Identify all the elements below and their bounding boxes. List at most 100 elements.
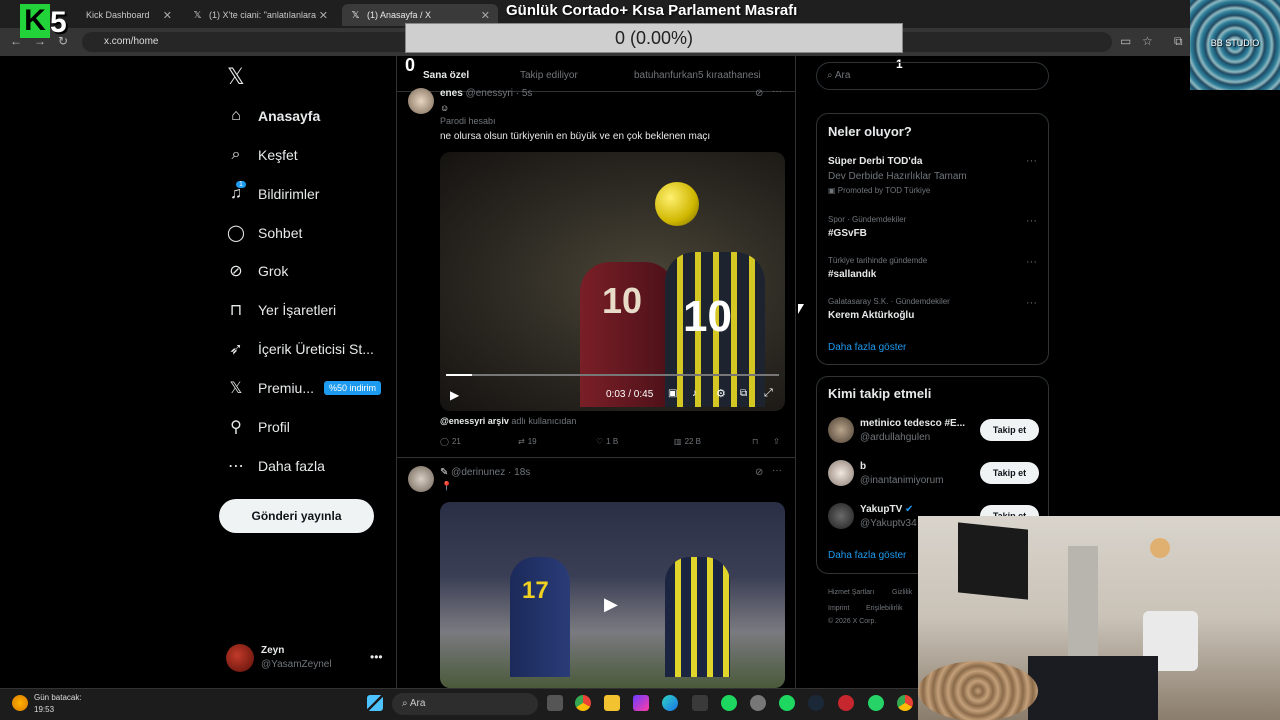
more-icon[interactable]: ··· xyxy=(1026,215,1037,227)
more-circle-icon: ⋯ xyxy=(228,458,244,475)
close-icon[interactable]: ✕ xyxy=(163,9,172,22)
avatar[interactable] xyxy=(828,503,854,529)
trend-subtitle: Dev Derbide Hazırlıklar Tamam xyxy=(828,171,967,182)
extensions-icon[interactable]: ⧉ xyxy=(1174,34,1183,49)
spotify-icon[interactable] xyxy=(721,695,737,711)
tweet-video[interactable]: 17 ▶ xyxy=(440,502,785,688)
like-button[interactable]: ♡ 1 B xyxy=(596,437,618,446)
post-button[interactable]: Gönderi yayınla xyxy=(219,499,374,533)
more-icon[interactable]: ··· xyxy=(1026,155,1037,167)
sidebar-item-notifications[interactable]: ♫ 1 Bildirimler xyxy=(226,181,319,204)
follow-handle[interactable]: @ardullahgulen xyxy=(860,432,930,443)
grok-icon[interactable]: ⊘ xyxy=(755,88,763,99)
app-icon[interactable] xyxy=(838,695,854,711)
tab-label: Kick Dashboard xyxy=(86,10,150,20)
sidebar-item-more[interactable]: ⋯ Daha fazla xyxy=(226,456,325,476)
trend-title[interactable]: Kerem Aktürkoğlu xyxy=(828,310,914,321)
settings-icon[interactable]: ⚙ xyxy=(716,387,726,400)
close-icon[interactable]: ✕ xyxy=(319,9,328,22)
footer-link[interactable]: Gizlilik xyxy=(892,589,912,596)
sidebar-item-grok[interactable]: ⊘ Grok xyxy=(226,261,288,281)
follow-handle[interactable]: @inantanimiyorum xyxy=(860,475,944,486)
follow-handle[interactable]: @Yakuptv34 xyxy=(860,518,917,529)
chrome-icon[interactable] xyxy=(575,695,591,711)
tv-screen xyxy=(958,522,1028,600)
avatar[interactable] xyxy=(408,466,434,492)
trend-title[interactable]: #sallandık xyxy=(828,269,876,280)
avatar[interactable] xyxy=(408,88,434,114)
store-icon[interactable] xyxy=(692,695,708,711)
sidebar-item-creator-studio[interactable]: ➶ İçerik Üreticisi St... xyxy=(226,339,374,359)
sidebar-item-premium[interactable]: 𝕏 Premiu... %50 indirim xyxy=(226,378,382,398)
grok-icon[interactable]: ⊘ xyxy=(755,467,763,478)
tweet-video[interactable]: 10 10 ▶ 0:03 / 0:45 ▣ ♪ ⚙ ⧉ ⤢ xyxy=(440,152,785,411)
show-more-follow-link[interactable]: Daha fazla göster xyxy=(828,550,906,561)
follow-name[interactable]: b xyxy=(860,461,866,472)
more-icon[interactable]: ··· xyxy=(1026,297,1037,309)
show-more-trends-link[interactable]: Daha fazla göster xyxy=(828,342,906,353)
more-icon[interactable]: ··· xyxy=(1026,256,1037,268)
sidebar-item-explore[interactable]: ⌕ Keşfet xyxy=(226,145,298,165)
chat-icon: ◯ xyxy=(227,225,245,242)
play-icon[interactable]: ▶ xyxy=(450,388,459,402)
windows-start-icon[interactable] xyxy=(367,695,383,711)
promoted-label: ▣ Promoted by TOD Türkiye xyxy=(828,186,930,195)
trend-title[interactable]: Süper Derbi TOD'da xyxy=(828,156,922,167)
tweet-text: ne olursa olsun türkiyenin en büyük ve e… xyxy=(440,131,711,142)
chrome-icon[interactable] xyxy=(897,695,913,711)
credit-handle[interactable]: @enessyri arşiv xyxy=(440,416,509,426)
reply-button[interactable]: ◯ 21 xyxy=(440,437,461,446)
tweet-author-handle[interactable]: @derinunez · 18s xyxy=(451,467,530,478)
reply-icon: ◯ xyxy=(440,437,449,446)
sidebar-item-bookmarks[interactable]: ⊓ Yer İşaretleri xyxy=(226,300,336,320)
footer-link[interactable]: Hizmet Şartları xyxy=(828,589,874,596)
chart-icon: ▥ xyxy=(674,437,682,446)
tweet-author-handle[interactable]: @enessyri · 5s xyxy=(466,88,533,99)
footer-link[interactable]: Imprint xyxy=(828,605,849,612)
follow-button[interactable]: Takip et xyxy=(980,462,1039,484)
volume-icon[interactable]: ♪ xyxy=(692,388,697,399)
star-icon[interactable]: ☆ xyxy=(1142,34,1153,48)
retweet-button[interactable]: ⇄ 19 xyxy=(518,437,537,446)
task-view-icon[interactable] xyxy=(547,695,563,711)
share-button[interactable]: ⇪ xyxy=(773,437,780,446)
cast-icon[interactable]: ▭ xyxy=(1120,34,1131,48)
footer-link[interactable]: Erişilebilirlik xyxy=(866,605,903,612)
tweet-author-name[interactable]: enes xyxy=(440,88,463,99)
taskbar-search[interactable]: ⌕ Ara xyxy=(392,693,538,715)
file-explorer-icon[interactable] xyxy=(604,695,620,711)
copilot-icon[interactable] xyxy=(633,695,649,711)
play-icon[interactable]: ▶ xyxy=(604,594,618,615)
x-logo-icon[interactable]: 𝕏 xyxy=(227,64,245,90)
spotify-icon[interactable] xyxy=(779,695,795,711)
follow-name[interactable]: metinico tedesco #E... xyxy=(860,418,965,429)
sidebar-item-profile[interactable]: ⚲ Profil xyxy=(226,417,290,437)
follow-name-text: YakupTV xyxy=(860,504,903,515)
more-icon[interactable]: ··· xyxy=(772,465,782,476)
sidebar-item-home[interactable]: ⌂ Anasayfa xyxy=(226,106,320,126)
tab-ciani[interactable]: 𝕏 (1) X'te ciani: "anlatılanlara göre ✕ xyxy=(184,4,336,26)
close-icon[interactable]: ✕ xyxy=(481,9,490,22)
fullscreen-icon[interactable]: ⤢ xyxy=(764,387,773,400)
bookmark-button[interactable]: ⊓ xyxy=(752,437,758,446)
emoji-icon: ☺ xyxy=(440,103,450,113)
follow-button[interactable]: Takip et xyxy=(980,419,1039,441)
bookmark-icon: ⊓ xyxy=(752,437,759,446)
trend-title[interactable]: #GSvFB xyxy=(828,228,867,239)
avatar[interactable] xyxy=(828,417,854,443)
search-input[interactable]: ⌕ Ara xyxy=(816,62,1049,90)
quill-icon: ✎ xyxy=(440,467,449,478)
captions-icon[interactable]: ▣ xyxy=(668,388,677,399)
more-icon[interactable]: ••• xyxy=(370,650,383,664)
views-button[interactable]: ▥ 22 B xyxy=(674,437,701,446)
pip-icon[interactable]: ⧉ xyxy=(740,388,747,399)
more-icon[interactable]: ··· xyxy=(772,86,782,97)
steam-icon[interactable] xyxy=(808,695,824,711)
avatar[interactable] xyxy=(828,460,854,486)
follow-name[interactable]: YakupTV ✔ xyxy=(860,504,913,515)
edge-icon[interactable] xyxy=(662,695,678,711)
whatsapp-icon[interactable] xyxy=(868,695,884,711)
video-progress-track[interactable] xyxy=(446,374,779,376)
sidebar-item-chat[interactable]: ◯ Sohbet xyxy=(226,223,302,243)
app-icon[interactable] xyxy=(750,695,766,711)
